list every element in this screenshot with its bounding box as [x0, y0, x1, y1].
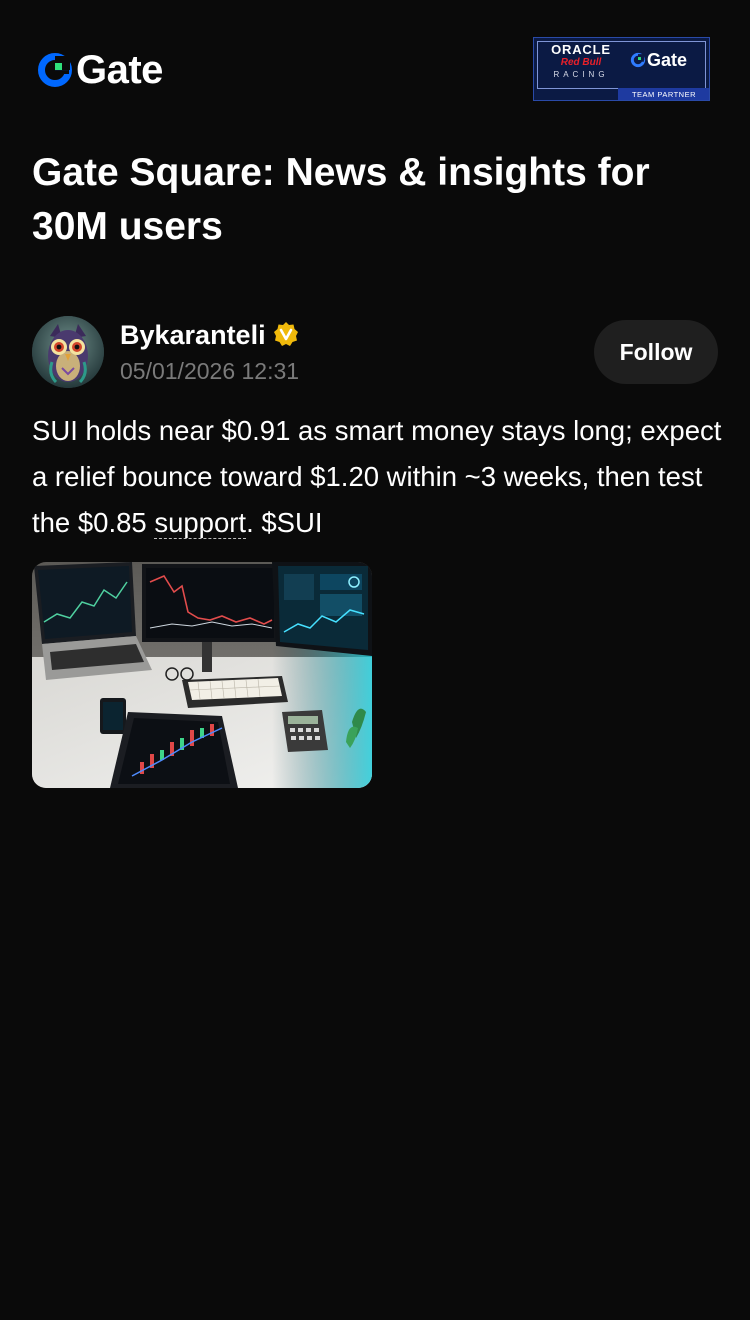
gate-logo-icon: [38, 53, 72, 87]
partner-gate-text: Gate: [647, 50, 688, 70]
post-text-part1: SUI holds near $0.91 as smart money stay…: [32, 415, 722, 538]
gate-logo-icon: [630, 52, 646, 68]
owl-avatar-image: [32, 316, 104, 388]
oracle-text: ORACLE: [551, 42, 611, 57]
oracle-red-bull-racing-logo: ORACLE Red Bull RACING: [540, 43, 622, 87]
author-name[interactable]: Bykaranteli: [120, 318, 266, 352]
post-image[interactable]: [32, 562, 372, 788]
racing-text: RACING: [553, 70, 609, 79]
post-text-part2: .: [246, 507, 262, 538]
red-bull-text: Red Bull: [560, 57, 602, 68]
partner-gate-logo: Gate: [630, 50, 687, 70]
brand-name: Gate: [76, 48, 163, 92]
team-partner-label: TEAM PARTNER: [618, 88, 709, 100]
team-partner-badge[interactable]: ORACLE Red Bull RACING Gate TEAM PARTNER: [533, 37, 710, 101]
post-timestamp: 05/01/2026 12:31: [120, 358, 300, 384]
brand-logo[interactable]: Gate: [36, 50, 163, 90]
follow-button[interactable]: Follow: [594, 320, 718, 384]
verified-badge-icon: [274, 322, 298, 346]
sui-cashtag-link[interactable]: $SUI: [261, 507, 322, 538]
author-avatar[interactable]: [32, 316, 104, 388]
trading-desk-photo: [32, 562, 372, 788]
support-term-link[interactable]: support: [154, 507, 246, 538]
app-header: Gate ORACLE Red Bull RACING Gate TEAM PA…: [0, 0, 750, 140]
page-title: Gate Square: News & insights for 30M use…: [32, 151, 650, 248]
post-body: SUI holds near $0.91 as smart money stay…: [32, 408, 722, 546]
